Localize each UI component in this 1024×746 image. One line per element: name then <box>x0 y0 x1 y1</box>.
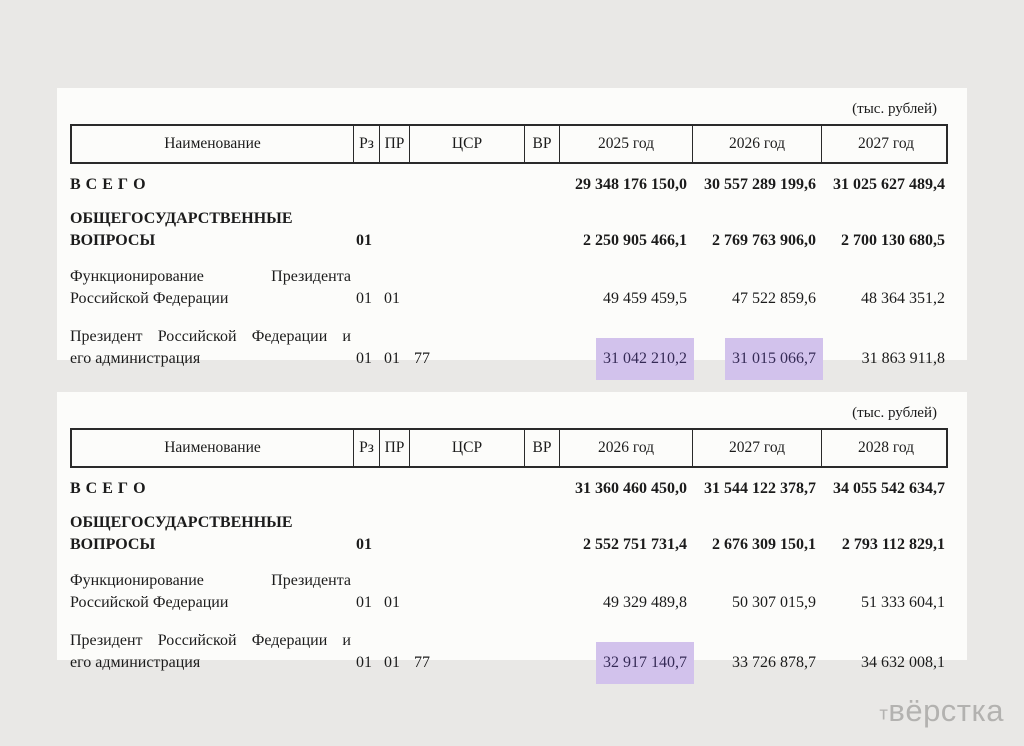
code-rz: 01 <box>351 652 377 674</box>
value-year2: 31 544 122 378,7 <box>690 478 819 500</box>
value-year3: 2 793 112 829,1 <box>819 534 948 556</box>
row-name-line2: его администрация <box>70 652 351 674</box>
row-name-line1: ОБЩЕГОСУДАРСТВЕННЫЕ <box>70 208 351 230</box>
code-rz: 01 <box>351 592 377 614</box>
value-year2: 33 726 878,7 <box>690 652 819 674</box>
col-header-rz: Рз <box>353 430 379 466</box>
col-header-name: Наименование <box>72 430 353 466</box>
row-name-line2: ВОПРОСЫ <box>70 534 351 556</box>
row-name-line1: Президент Российской Федерации и <box>70 630 351 652</box>
units-label: (тыс. рублей) <box>70 403 948 423</box>
value-year2: 30 557 289 199,6 <box>690 174 819 196</box>
value-year1: 29 348 176 150,0 <box>557 174 690 196</box>
row-name: В С Е Г О <box>70 478 351 500</box>
units-label: (тыс. рублей) <box>70 99 948 119</box>
value-year1: 31 360 460 450,0 <box>557 478 690 500</box>
code-rz: 01 <box>351 288 377 310</box>
col-header-pr: ПР <box>379 430 409 466</box>
table-row-general-state: ОБЩЕГОСУДАРСТВЕННЫЕ ВОПРОСЫ 01 2 552 751… <box>70 512 948 556</box>
table-row-president-administration: Президент Российской Федерации и его адм… <box>70 326 948 370</box>
row-name-line2: Российской Федерации <box>70 592 351 614</box>
watermark-prefix: т <box>879 702 888 723</box>
value-year3: 2 700 130 680,5 <box>819 230 948 252</box>
row-name-line2: ВОПРОСЫ <box>70 230 351 252</box>
table-row-president-functioning: Функционирование Президента Российской Ф… <box>70 570 948 614</box>
highlighted-value-year2: 31 015 066,7 <box>725 338 823 380</box>
code-rz: 01 <box>351 348 377 370</box>
col-header-year3: 2027 год <box>821 126 950 162</box>
value-year2: 2 769 763 906,0 <box>690 230 819 252</box>
value-year1: 2 552 751 731,4 <box>557 534 690 556</box>
value-year3: 31 863 911,8 <box>819 348 948 370</box>
code-rz: 01 <box>351 534 377 556</box>
document-sheet-2: (тыс. рублей) Наименование Рз ПР ЦСР ВР … <box>57 392 967 660</box>
row-name-line2: Российской Федерации <box>70 288 351 310</box>
col-header-rz: Рз <box>353 126 379 162</box>
table-row-general-state: ОБЩЕГОСУДАРСТВЕННЫЕ ВОПРОСЫ 01 2 250 905… <box>70 208 948 252</box>
col-header-year1: 2026 год <box>559 430 692 466</box>
row-name-line1: Функционирование Президента <box>70 266 351 288</box>
row-name-line2: его администрация <box>70 348 351 370</box>
value-year2: 2 676 309 150,1 <box>690 534 819 556</box>
col-header-year2: 2027 год <box>692 430 821 466</box>
value-year1: 49 459 459,5 <box>557 288 690 310</box>
col-header-year1: 2025 год <box>559 126 692 162</box>
code-pr: 01 <box>377 348 407 370</box>
value-year3: 48 364 351,2 <box>819 288 948 310</box>
col-header-pr: ПР <box>379 126 409 162</box>
value-year3: 34 055 542 634,7 <box>819 478 948 500</box>
table-header-row: Наименование Рз ПР ЦСР ВР 2025 год 2026 … <box>70 124 948 164</box>
row-name-line1: Президент Российской Федерации и <box>70 326 351 348</box>
col-header-vr: ВР <box>524 430 559 466</box>
value-year2: 50 307 015,9 <box>690 592 819 614</box>
verstka-watermark: твёрстка <box>879 693 1004 729</box>
col-header-year2: 2026 год <box>692 126 821 162</box>
row-name-line1: Функционирование Президента <box>70 570 351 592</box>
value-year1: 49 329 489,8 <box>557 592 690 614</box>
col-header-vr: ВР <box>524 126 559 162</box>
table-row-president-administration: Президент Российской Федерации и его адм… <box>70 630 948 674</box>
value-year3: 51 333 604,1 <box>819 592 948 614</box>
row-name-line1: ОБЩЕГОСУДАРСТВЕННЫЕ <box>70 512 351 534</box>
col-header-csr: ЦСР <box>409 430 524 466</box>
code-pr: 01 <box>377 288 407 310</box>
value-year3: 34 632 008,1 <box>819 652 948 674</box>
highlighted-value-year1: 32 917 140,7 <box>596 642 694 684</box>
value-year2: 47 522 859,6 <box>690 288 819 310</box>
value-year3: 31 025 627 489,4 <box>819 174 948 196</box>
table-row-total: В С Е Г О 31 360 460 450,0 31 544 122 37… <box>70 478 948 500</box>
highlighted-value-year1: 31 042 210,2 <box>596 338 694 380</box>
code-csr: 77 <box>407 652 522 674</box>
code-rz: 01 <box>351 230 377 252</box>
table-row-president-functioning: Функционирование Президента Российской Ф… <box>70 266 948 310</box>
row-name: В С Е Г О <box>70 174 351 196</box>
page: { "watermark": { "prefix": "т", "text": … <box>0 0 1024 746</box>
code-pr: 01 <box>377 652 407 674</box>
col-header-csr: ЦСР <box>409 126 524 162</box>
document-sheet-1: (тыс. рублей) Наименование Рз ПР ЦСР ВР … <box>57 88 967 360</box>
code-csr: 77 <box>407 348 522 370</box>
table-row-total: В С Е Г О 29 348 176 150,0 30 557 289 19… <box>70 174 948 196</box>
col-header-name: Наименование <box>72 126 353 162</box>
watermark-text: вёрстка <box>888 693 1004 728</box>
value-year1: 2 250 905 466,1 <box>557 230 690 252</box>
table-header-row: Наименование Рз ПР ЦСР ВР 2026 год 2027 … <box>70 428 948 468</box>
code-pr: 01 <box>377 592 407 614</box>
col-header-year3: 2028 год <box>821 430 950 466</box>
